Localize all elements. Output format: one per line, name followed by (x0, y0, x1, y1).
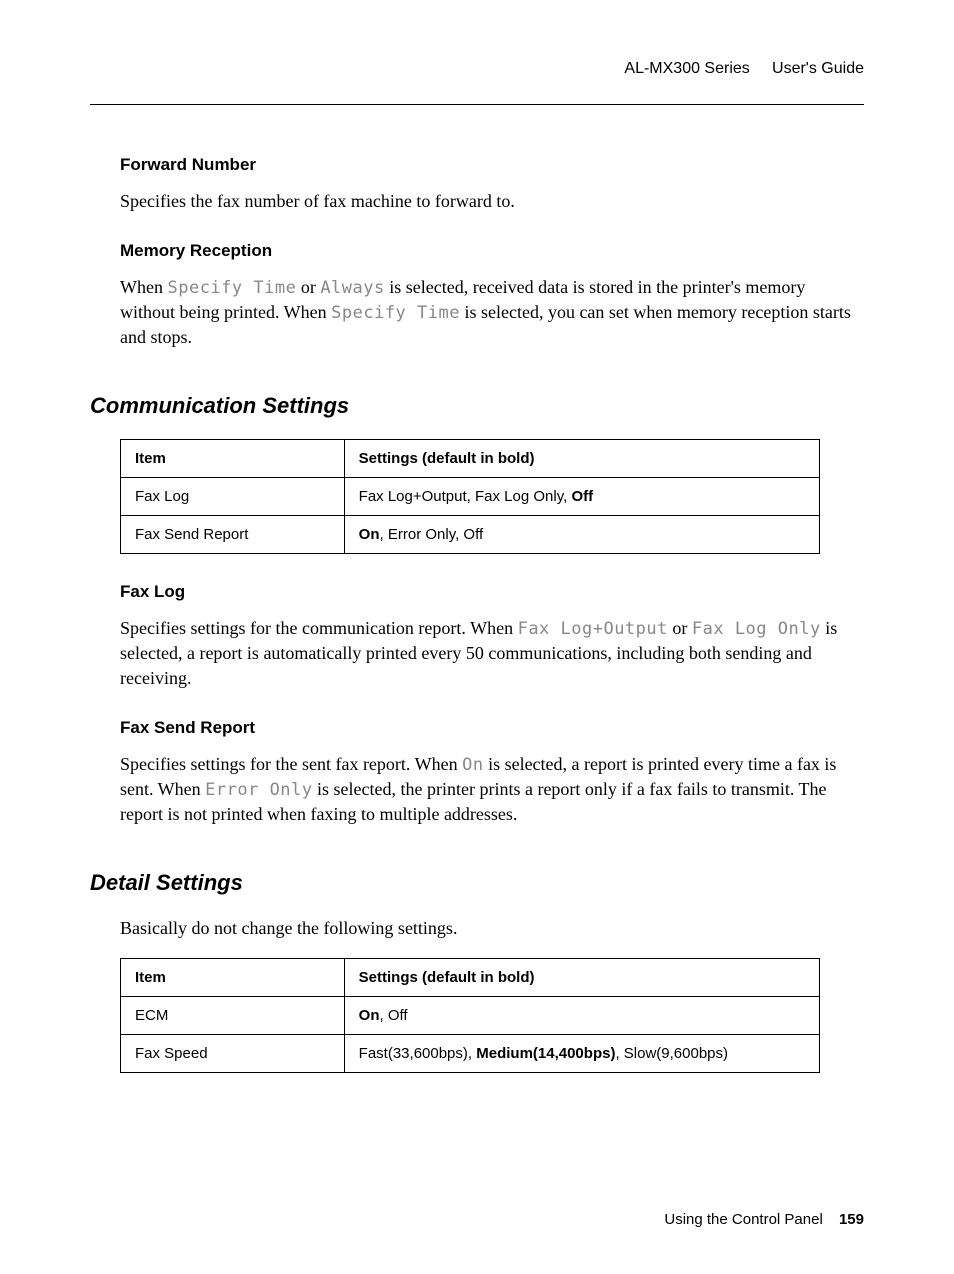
table-settings: Fast(33,600bps), Medium(14,400bps), Slow… (344, 1035, 819, 1073)
page: AL-MX300 Series User's Guide Forward Num… (0, 0, 954, 1274)
table-item: Fax Log (121, 478, 345, 516)
product-name: AL-MX300 Series (624, 60, 749, 77)
settings-post: , Slow(9,600bps) (615, 1045, 728, 1062)
detail-settings-section: Basically do not change the following se… (120, 916, 864, 1073)
settings-pre: Fax Log+Output, Fax Log Only, (359, 488, 572, 505)
communication-settings-table: Item Settings (default in bold) Fax Log … (120, 439, 820, 554)
table-row: Fax Log Fax Log+Output, Fax Log Only, Of… (121, 478, 820, 516)
communication-settings-section: Item Settings (default in bold) Fax Log … (120, 439, 864, 826)
lcd-text: Always (320, 278, 384, 298)
detail-settings-intro: Basically do not change the following se… (120, 916, 864, 940)
memory-reception-body: When Specify Time or Always is selected,… (120, 275, 864, 349)
text-fragment: or (668, 618, 692, 638)
table-item: Fax Send Report (121, 516, 345, 554)
settings-post: , Off (380, 1007, 408, 1024)
settings-default: On (359, 1007, 380, 1024)
content-area: Forward Number Specifies the fax number … (120, 155, 864, 349)
doc-type: User's Guide (772, 60, 864, 77)
page-footer: Using the Control Panel 159 (664, 1211, 864, 1228)
lcd-text: Specify Time (167, 278, 296, 298)
table-head-item: Item (121, 959, 345, 997)
lcd-text: On (462, 755, 483, 775)
text-fragment: Specifies settings for the communication… (120, 618, 518, 638)
settings-default: Medium(14,400bps) (476, 1045, 615, 1062)
table-item: Fax Speed (121, 1035, 345, 1073)
text-fragment: When (120, 277, 167, 297)
detail-settings-table: Item Settings (default in bold) ECM On, … (120, 958, 820, 1073)
communication-settings-heading: Communication Settings (90, 393, 864, 419)
lcd-text: Specify Time (331, 303, 460, 323)
table-settings: On, Error Only, Off (344, 516, 819, 554)
detail-settings-heading: Detail Settings (90, 870, 864, 896)
table-head-row: Item Settings (default in bold) (121, 440, 820, 478)
header-rule (90, 104, 864, 105)
lcd-text: Error Only (205, 780, 312, 800)
table-head-row: Item Settings (default in bold) (121, 959, 820, 997)
lcd-text: Fax Log Only (692, 619, 821, 639)
settings-pre: Fast(33,600bps), (359, 1045, 477, 1062)
settings-default: On (359, 526, 380, 543)
memory-reception-heading: Memory Reception (120, 241, 864, 261)
fax-send-report-heading: Fax Send Report (120, 718, 864, 738)
text-fragment: Specifies settings for the sent fax repo… (120, 754, 462, 774)
table-head-item: Item (121, 440, 345, 478)
footer-chapter: Using the Control Panel (664, 1211, 822, 1228)
table-head-settings: Settings (default in bold) (344, 440, 819, 478)
settings-default: Off (571, 488, 593, 505)
forward-number-heading: Forward Number (120, 155, 864, 175)
text-fragment: or (296, 277, 320, 297)
table-row: ECM On, Off (121, 997, 820, 1035)
table-settings: Fax Log+Output, Fax Log Only, Off (344, 478, 819, 516)
forward-number-body: Specifies the fax number of fax machine … (120, 189, 864, 213)
fax-log-body: Specifies settings for the communication… (120, 616, 864, 690)
table-item: ECM (121, 997, 345, 1035)
table-row: Fax Speed Fast(33,600bps), Medium(14,400… (121, 1035, 820, 1073)
fax-send-report-body: Specifies settings for the sent fax repo… (120, 752, 864, 826)
running-header: AL-MX300 Series User's Guide (90, 60, 864, 84)
table-settings: On, Off (344, 997, 819, 1035)
table-head-settings: Settings (default in bold) (344, 959, 819, 997)
fax-log-heading: Fax Log (120, 582, 864, 602)
table-row: Fax Send Report On, Error Only, Off (121, 516, 820, 554)
footer-page-number: 159 (839, 1211, 864, 1228)
lcd-text: Fax Log+Output (518, 619, 668, 639)
settings-post: , Error Only, Off (380, 526, 484, 543)
